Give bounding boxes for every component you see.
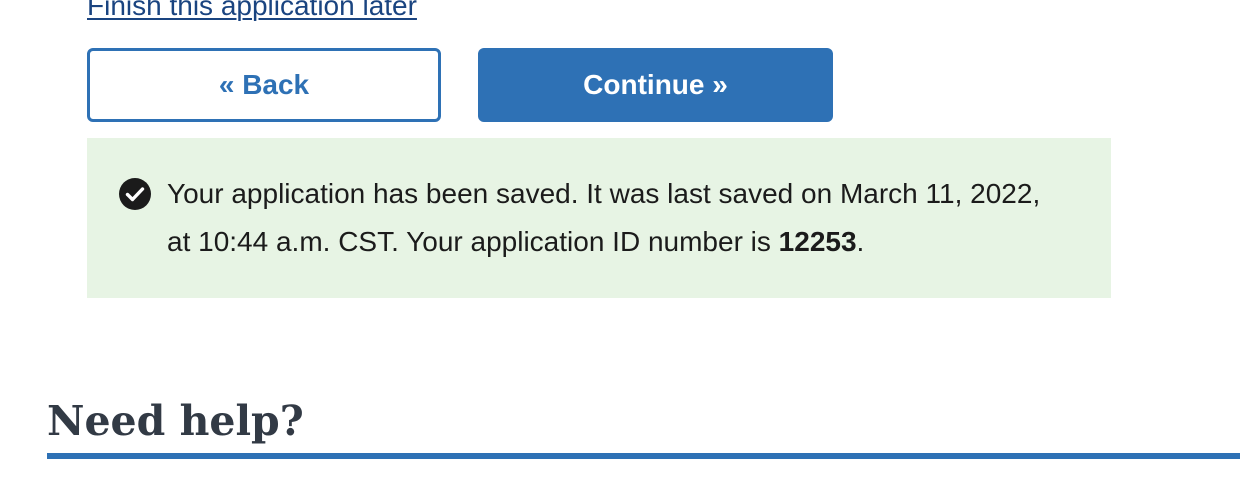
- save-alert-message: Your application has been saved. It was …: [167, 170, 1047, 266]
- save-alert-message-text: Your application has been saved. It was …: [167, 178, 1041, 257]
- continue-button[interactable]: Continue »: [478, 48, 833, 122]
- page: Finish this application later « Back Con…: [0, 0, 1240, 482]
- finish-later-link[interactable]: Finish this application later: [87, 0, 417, 24]
- save-success-alert: Your application has been saved. It was …: [87, 138, 1111, 298]
- save-alert-message-end: .: [856, 226, 865, 257]
- help-divider: [47, 453, 1240, 459]
- back-button[interactable]: « Back: [87, 48, 441, 122]
- check-circle-icon: [119, 178, 151, 210]
- need-help-heading: Need help?: [47, 397, 304, 445]
- application-id: 12253: [778, 226, 857, 257]
